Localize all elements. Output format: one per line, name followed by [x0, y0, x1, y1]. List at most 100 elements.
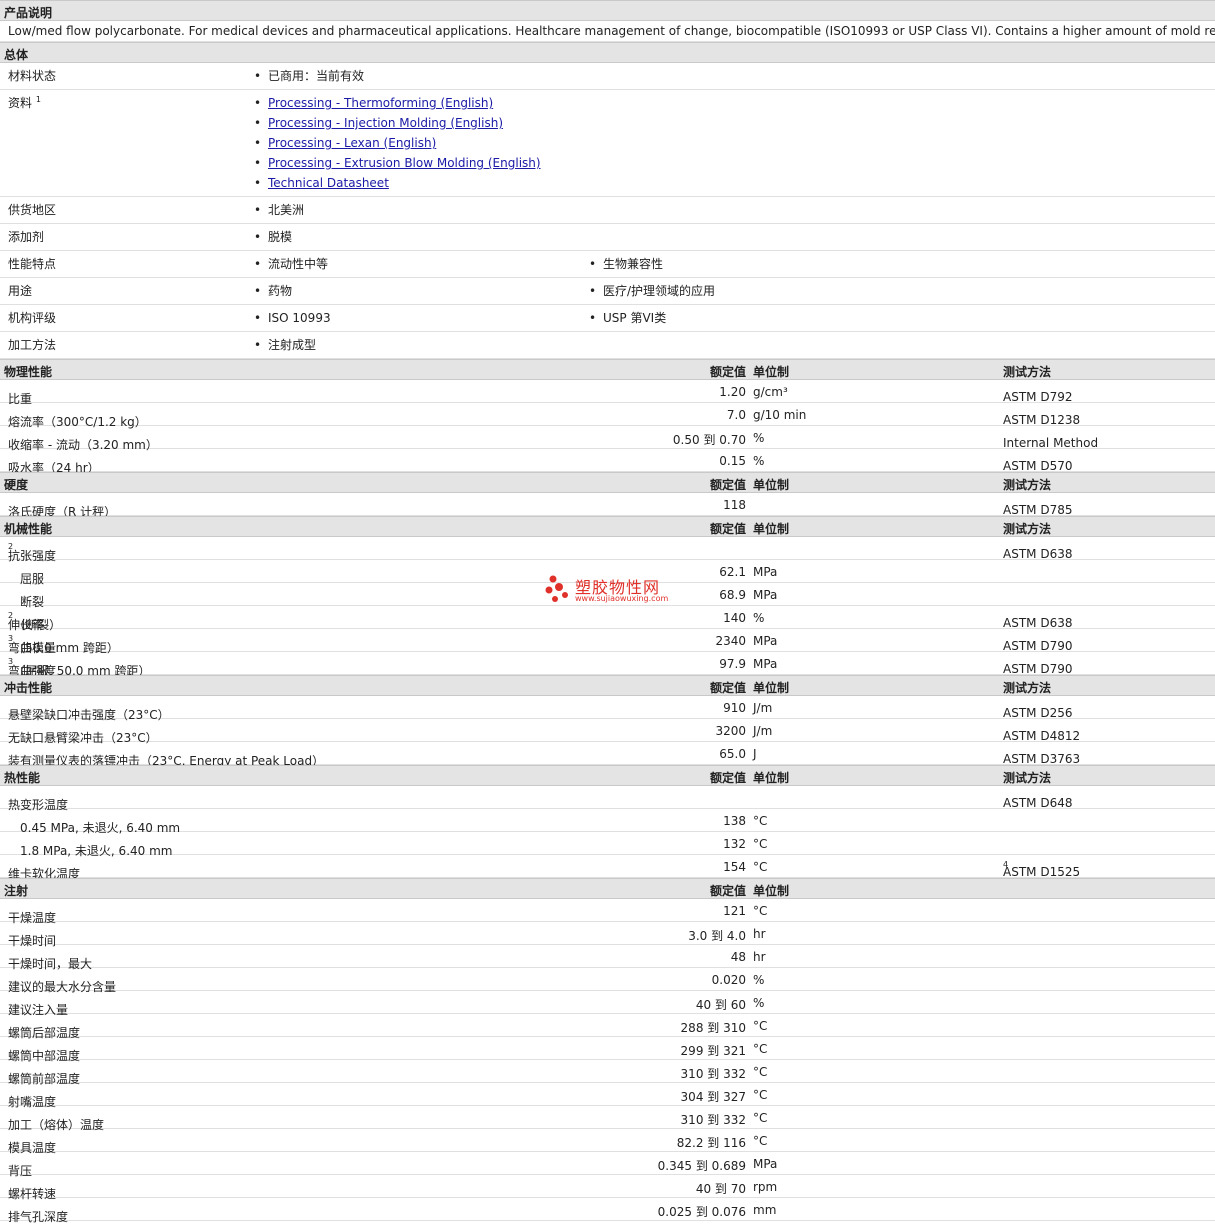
list-item: • 注射成型: [250, 335, 585, 355]
property-row: 收缩率 - 流动（3.20 mm） 0.50 到 0.70% Internal Me…: [0, 426, 1215, 452]
value-column-2: [585, 224, 1215, 250]
method-text: ASTM D648: [1003, 796, 1073, 810]
property-value: 1.20: [719, 385, 746, 399]
property-sections: 物理性能 额定值 单位制 测试方法 比重 1.20 g/cm³ ASTM D792 熔流率（30…: [0, 359, 1215, 1224]
property-unit: J/m: [753, 724, 773, 738]
method-header: 测试方法: [1003, 365, 1052, 379]
property-row: 弯曲模量 3 （50.0 mm 跨距） 2340 MPa ASTM D790: [0, 629, 1215, 655]
row-label: 机构评级: [0, 305, 250, 331]
method-text: ASTM D638: [1003, 616, 1073, 630]
property-unit: °C: [753, 1065, 768, 1079]
list-item: • Processing - Injection Molding (English…: [250, 113, 585, 133]
property-value: 40 到 70: [695, 1182, 746, 1196]
property-row: 干燥时间，最大 48 hr: [0, 945, 1215, 971]
value-column-2: [585, 90, 1215, 196]
property-value: 118: [723, 498, 746, 512]
document-link[interactable]: Processing - Extrusion Blow Molding (Eng…: [268, 156, 541, 170]
bullet-icon: •: [254, 156, 262, 170]
document-link[interactable]: Processing - Thermoforming (English): [268, 96, 493, 110]
property-unit: °C: [753, 1111, 768, 1125]
method-text: ASTM D638: [1003, 547, 1073, 561]
property-value: 82.2 到 116: [676, 1136, 746, 1150]
section-header: 冲击性能 额定值 单位制 测试方法: [0, 675, 1215, 696]
value-header: 额定值: [709, 522, 746, 536]
property-value: 7.0: [726, 408, 746, 422]
document-link[interactable]: Processing - Injection Molding (English): [268, 116, 503, 130]
bullet-icon: •: [254, 311, 262, 325]
method-text: ASTM D4812: [1003, 729, 1081, 743]
value-column-1: • 流动性中等: [250, 251, 585, 277]
list-item: • 生物兼容性: [585, 254, 1215, 274]
value-header: 额定值: [709, 681, 746, 695]
property-row: 热变形温度 ASTM D648: [0, 786, 1215, 812]
property-row: 建议的最大水分含量 0.020%: [0, 968, 1215, 994]
document-link[interactable]: Technical Datasheet: [268, 176, 389, 190]
general-row: 性能特点 • 流动性中等 • 生物兼容性: [0, 251, 1215, 278]
document-link[interactable]: Processing - Lexan (English): [268, 136, 436, 150]
property-value: 310 到 332: [680, 1067, 746, 1081]
watermark-logo: 塑胶物性网 www.sujiaowuxing.com: [545, 572, 685, 608]
label-text: 资料: [8, 96, 33, 110]
property-unit: %: [753, 611, 765, 625]
section-title: 产品说明: [4, 6, 53, 20]
property-row: 伸长率 2 （断裂） 140% ASTM D638: [0, 606, 1215, 632]
property-value: 121: [723, 904, 746, 918]
label-text: 材料状态: [8, 69, 57, 83]
property-unit: MPa: [753, 565, 778, 579]
list-item: • Processing - Thermoforming (English): [250, 93, 585, 113]
property-value: 0.15: [719, 454, 746, 468]
property-unit: °C: [753, 1088, 768, 1102]
value-header: 额定值: [709, 884, 746, 898]
property-row: 螺杆转速 40 到 70 rpm: [0, 1175, 1215, 1201]
property-row: 干燥温度 121 °C: [0, 899, 1215, 925]
datasheet-page: 产品说明 Low/med flow polycarbonate. For med…: [0, 0, 1215, 1224]
property-row: 抗张强度 2 ASTM D638: [0, 537, 1215, 563]
property-value: 65.0: [719, 747, 746, 761]
unit-header: 单位制: [753, 884, 790, 898]
value-column-1: • 已商用：当前有效: [250, 63, 585, 89]
method-header: 测试方法: [1003, 771, 1052, 785]
general-row: 加工方法 • 注射成型: [0, 332, 1215, 359]
section-title: 总体: [4, 48, 29, 62]
item-text: 注射成型: [268, 338, 317, 352]
method-text: ASTM D785: [1003, 503, 1073, 517]
property-row: 射嘴温度 304 到 327 °C: [0, 1083, 1215, 1109]
footnote-marker: 1: [35, 95, 41, 104]
list-item: • USP 第VI类: [585, 308, 1215, 328]
property-unit: MPa: [753, 657, 778, 671]
value-column-2: [585, 332, 1215, 358]
method-text: ASTM D790: [1003, 662, 1073, 676]
row-label: 供货地区: [0, 197, 250, 223]
value-column-2: • USP 第VI类: [585, 305, 1215, 331]
list-item: • 流动性中等: [250, 254, 585, 274]
value-column-1: • ISO 10993: [250, 305, 585, 331]
product-description: Low/med flow polycarbonate. For medical …: [0, 21, 1215, 42]
list-item: • 医疗/护理领域的应用: [585, 281, 1215, 301]
property-unit: J: [753, 747, 757, 761]
property-unit: %: [753, 454, 765, 468]
section-title: 物理性能: [4, 365, 53, 379]
property-unit: °C: [753, 814, 768, 828]
method-header: 测试方法: [1003, 681, 1052, 695]
property-label: 抗张强度 2: [8, 542, 56, 563]
property-unit: hr: [753, 927, 766, 941]
bullet-icon: •: [254, 69, 262, 83]
row-label: 加工方法: [0, 332, 250, 358]
property-unit: °C: [753, 860, 768, 874]
property-value: 0.345 到 0.689: [657, 1159, 746, 1173]
bullet-icon: •: [254, 284, 262, 298]
list-item: • Technical Datasheet: [250, 173, 585, 193]
value-header: 额定值: [709, 478, 746, 492]
property-value: 0.025 到 0.076: [657, 1205, 746, 1219]
property-value: 310 到 332: [680, 1113, 746, 1127]
property-value: 140: [723, 611, 746, 625]
general-row: 添加剂 • 脱模: [0, 224, 1215, 251]
property-row: 维卡软化温度 154 °C ASTM D1525 4: [0, 855, 1215, 881]
property-value: 299 到 321: [680, 1044, 746, 1058]
item-text: 北美洲: [268, 203, 305, 217]
property-value: 3200: [715, 724, 746, 738]
bullet-icon: •: [254, 338, 262, 352]
label-text: 性能特点: [8, 257, 57, 271]
label-text: 机构评级: [8, 311, 57, 325]
property-row: 螺筒前部温度 310 到 332 °C: [0, 1060, 1215, 1086]
